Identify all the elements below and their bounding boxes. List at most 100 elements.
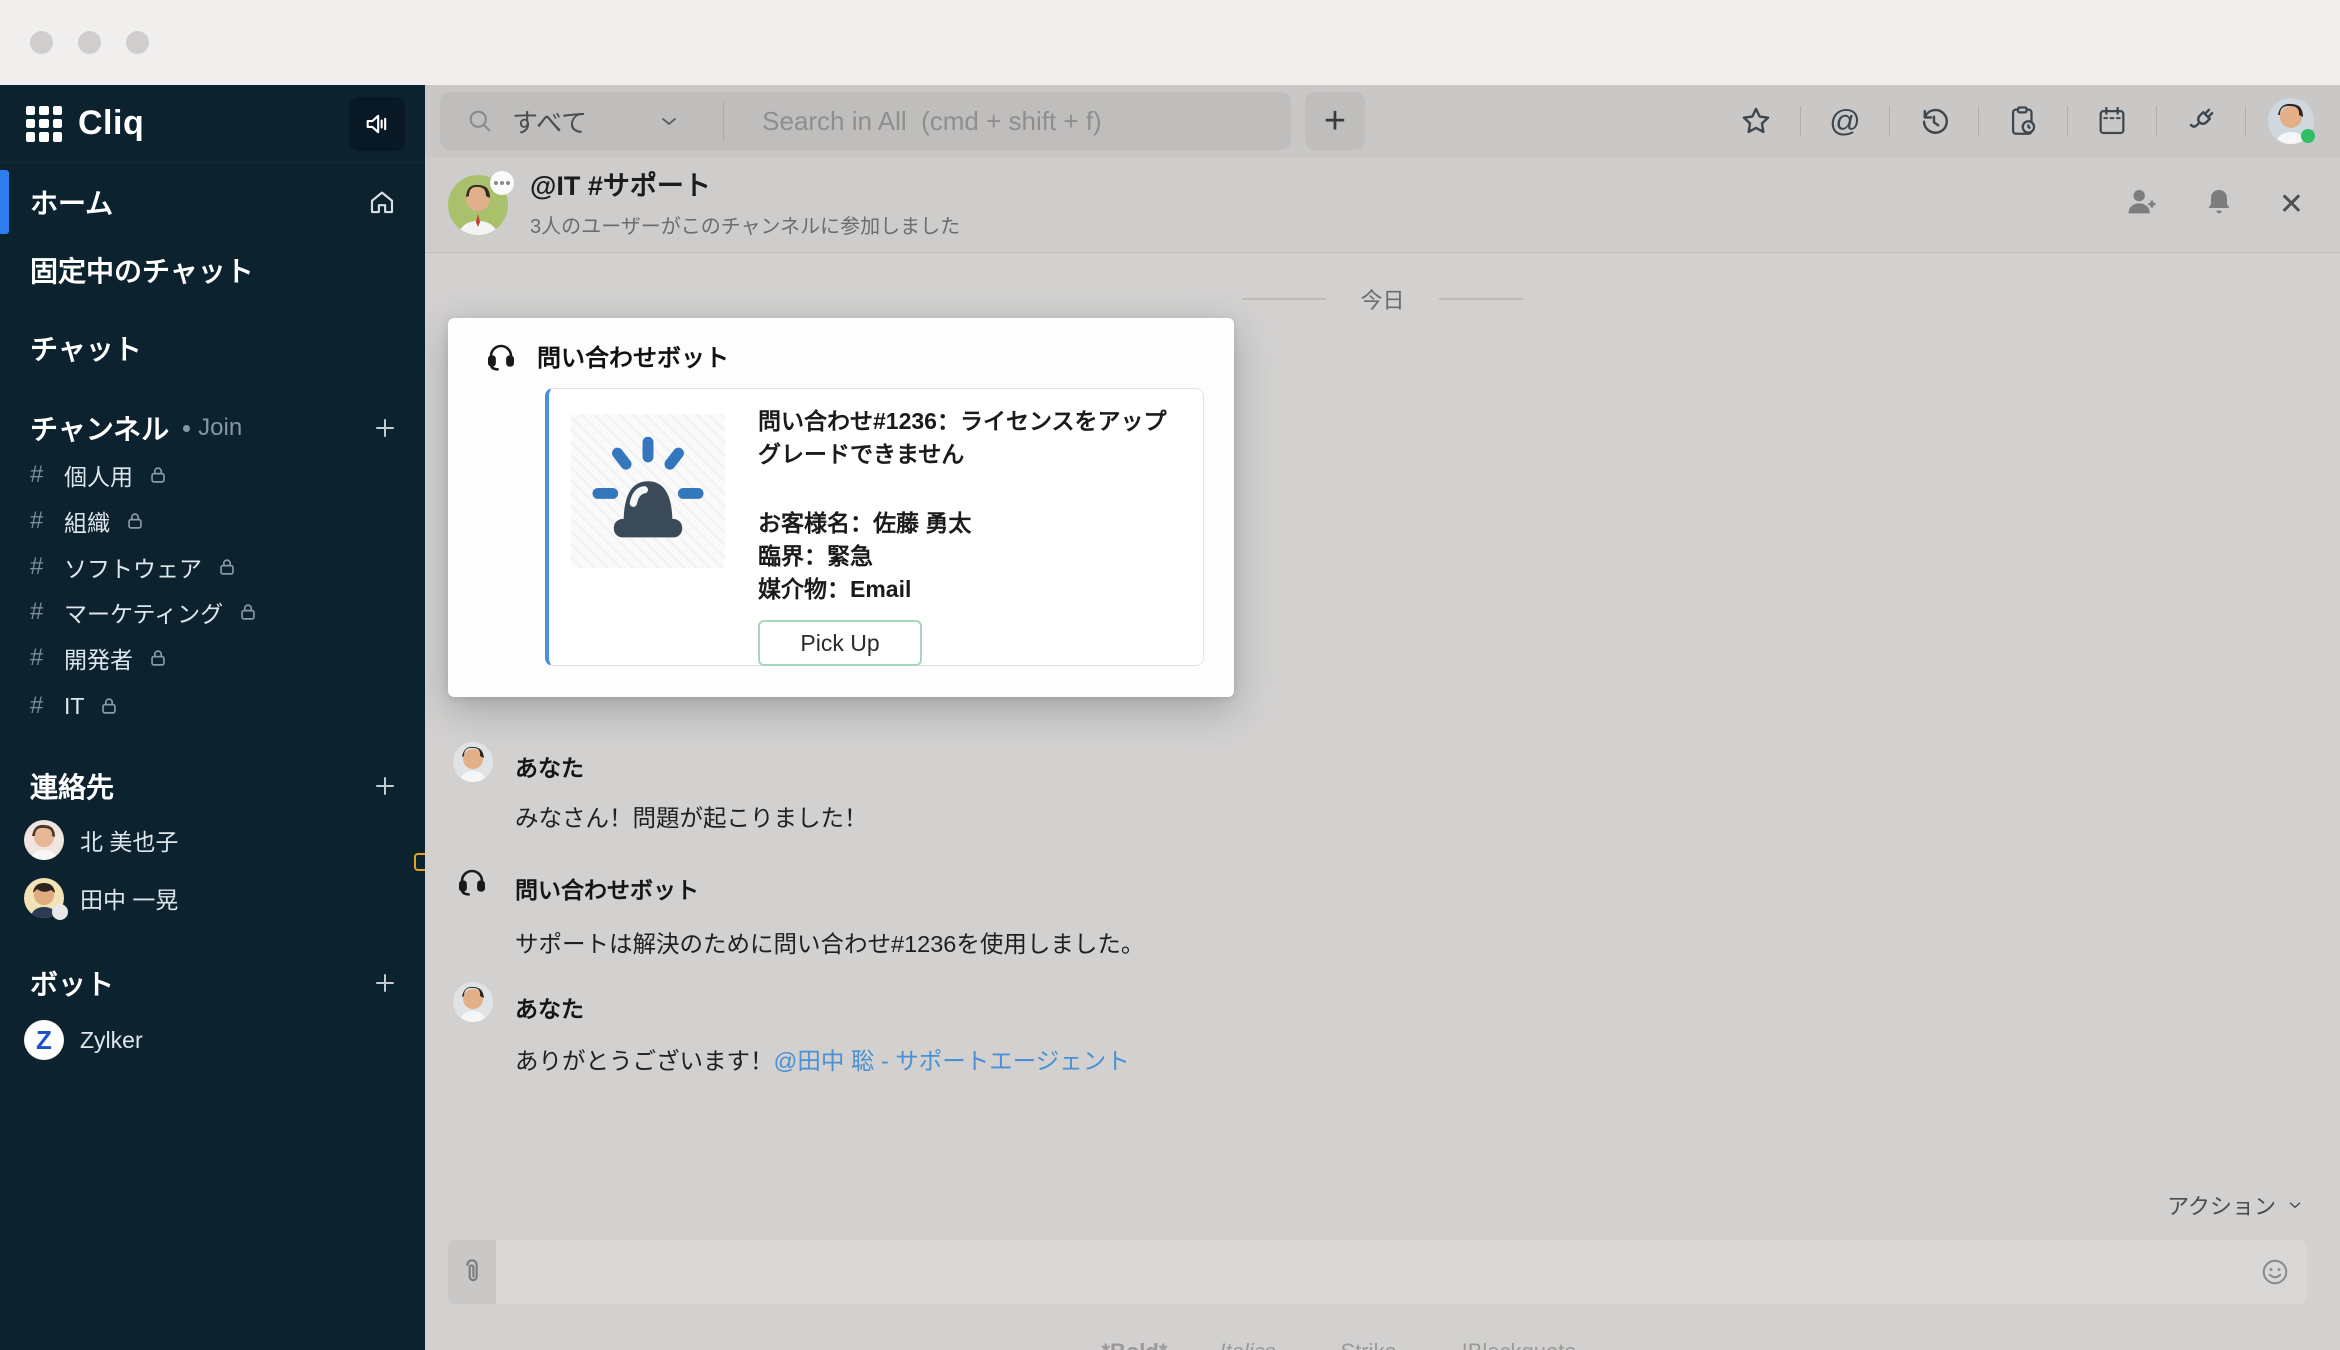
paperclip-icon (466, 1259, 478, 1282)
history-button[interactable] (1912, 99, 1956, 143)
chevron-down-icon[interactable] (657, 109, 681, 133)
emoji-button[interactable] (2243, 1240, 2307, 1304)
star-icon (1742, 107, 1770, 134)
tasks-button[interactable] (2001, 99, 2045, 143)
profile-avatar[interactable] (2268, 98, 2315, 144)
sidebar-bot-zylker[interactable]: Z Zylker (0, 1012, 425, 1068)
home-icon (367, 187, 397, 217)
pick-up-button[interactable]: Pick Up (758, 620, 922, 666)
channel-avatar[interactable] (448, 170, 514, 235)
hash-icon: # (30, 692, 44, 719)
join-channel-link[interactable]: Join (183, 414, 242, 442)
smiley-icon (2262, 1259, 2288, 1285)
notifications-button[interactable] (2203, 186, 2235, 223)
sidebar-channel-org[interactable]: # 組織 (0, 498, 425, 544)
speaker-icon (366, 114, 387, 133)
sidebar-item-home[interactable]: ホーム (0, 164, 425, 240)
favorites-button[interactable] (1734, 99, 1778, 143)
new-chat-button[interactable]: + (1305, 92, 1365, 150)
mention-link[interactable]: @田中 聡 - サポートエージェント (774, 1048, 1130, 1074)
avatar[interactable] (453, 982, 493, 1022)
sidebar-channel-personal[interactable]: # 個人用 (0, 452, 425, 498)
minimize-window-icon[interactable] (78, 31, 101, 54)
maximize-window-icon[interactable] (126, 31, 149, 54)
avatar[interactable] (453, 742, 493, 782)
bot-name: 問い合わせボット (537, 345, 729, 372)
sidebar-section-channels[interactable]: チャンネル Join (0, 405, 425, 451)
message-sender[interactable]: あなた (515, 990, 584, 1024)
hash-icon: # (30, 598, 44, 625)
audio-status-button[interactable] (349, 96, 405, 151)
headset-bot-icon[interactable] (456, 865, 488, 902)
incident-card: 問い合わせ#1236：ライセンスをアップグレードできません お客様名：佐藤 勇太… (545, 388, 1204, 666)
search-input[interactable] (762, 105, 1265, 137)
chevron-down-icon (2289, 1202, 2301, 1209)
format-strike-hint[interactable]: ~Strike~ (1328, 1339, 1410, 1350)
mentions-button[interactable]: @ (1823, 99, 1867, 143)
app-grid-icon[interactable] (26, 105, 62, 142)
history-icon (1922, 108, 1948, 134)
search-bar[interactable]: すべて (440, 92, 1291, 150)
actions-dropdown[interactable]: アクション (2167, 1189, 2304, 1221)
clipboard-clock-icon (2011, 106, 2036, 135)
hash-icon: # (30, 461, 44, 488)
incident-title: 問い合わせ#1236：ライセンスをアップグレードできません (758, 408, 1167, 467)
sidebar-item-pinned-chats[interactable]: 固定中のチャット (0, 247, 425, 293)
channel-members-badge (490, 170, 514, 195)
lock-icon (216, 556, 238, 578)
message-composer (448, 1240, 2307, 1304)
incident-criticality: 臨界：緊急 (758, 543, 873, 569)
message-sender[interactable]: あなた (515, 749, 584, 783)
window-titlebar (0, 0, 2340, 85)
sidebar-section-contacts[interactable]: 連絡先 (0, 763, 425, 809)
format-blockquote-hint[interactable]: !Blockquote (1462, 1339, 1577, 1350)
integrations-button[interactable] (2179, 99, 2223, 143)
sidebar-contact-kita[interactable]: 北 美也子 (0, 812, 428, 871)
add-contact-icon[interactable] (373, 774, 397, 798)
active-indicator (0, 170, 9, 234)
sidebar-contact-tanaka[interactable]: 田中 一晃 (0, 870, 425, 926)
main-area: すべて + @ (425, 85, 2340, 1350)
sidebar-channel-it[interactable]: # IT (0, 683, 425, 729)
calendar-button[interactable] (2090, 99, 2134, 143)
add-user-icon (2128, 189, 2156, 214)
incident-medium: 媒介物：Email (758, 576, 912, 602)
hash-icon: # (30, 644, 44, 671)
hash-icon: # (30, 553, 44, 580)
message-text: みなさん！問題が起こりました！ (515, 805, 868, 831)
search-scope-dropdown[interactable]: すべて (512, 103, 587, 140)
lock-icon (147, 464, 169, 486)
cliq-app-window: Cliq ホーム 固定中のチャット チャット チャンネル Join # 個人用 … (0, 0, 2340, 1350)
online-status-dot (2301, 129, 2315, 143)
window-controls[interactable] (30, 31, 149, 54)
close-window-icon[interactable] (30, 31, 53, 54)
divider (723, 101, 725, 141)
at-icon: @ (1829, 103, 1861, 138)
date-divider: 今日 (425, 283, 2340, 315)
sidebar-channel-marketing[interactable]: # マーケティング (0, 589, 425, 635)
message-sender[interactable]: 問い合わせボット (515, 871, 699, 905)
status-badge (52, 904, 68, 920)
message-input[interactable] (496, 1240, 2243, 1304)
close-channel-button[interactable]: ✕ (2279, 189, 2304, 220)
incident-popup-card: 問い合わせボット 問い合わせ#1236：ライセンスをアップグレードできません お… (448, 318, 1234, 697)
add-participant-button[interactable] (2125, 185, 2159, 224)
search-icon (469, 110, 491, 132)
sidebar: Cliq ホーム 固定中のチャット チャット チャンネル Join # 個人用 … (0, 85, 428, 1350)
siren-image (571, 414, 725, 568)
avatar (24, 878, 68, 920)
format-italic-hint[interactable]: Italics (1219, 1339, 1275, 1350)
sidebar-channel-software[interactable]: # ソフトウェア (0, 544, 425, 590)
plug-icon (2189, 108, 2214, 128)
message-text: ありがとうございます！@田中 聡 - サポートエージェント (515, 1048, 1130, 1074)
format-bold-hint[interactable]: *Bold* (1101, 1339, 1167, 1350)
sidebar-item-chats[interactable]: チャット (0, 325, 425, 371)
add-channel-icon[interactable] (373, 416, 397, 440)
lock-icon (237, 601, 259, 623)
hash-icon: # (30, 507, 44, 534)
sidebar-channel-developers[interactable]: # 開発者 (0, 635, 425, 681)
attach-file-button[interactable] (448, 1240, 496, 1304)
calendar-icon (2099, 106, 2125, 135)
add-bot-icon[interactable] (373, 971, 397, 995)
sidebar-section-bots[interactable]: ボット (0, 960, 425, 1006)
